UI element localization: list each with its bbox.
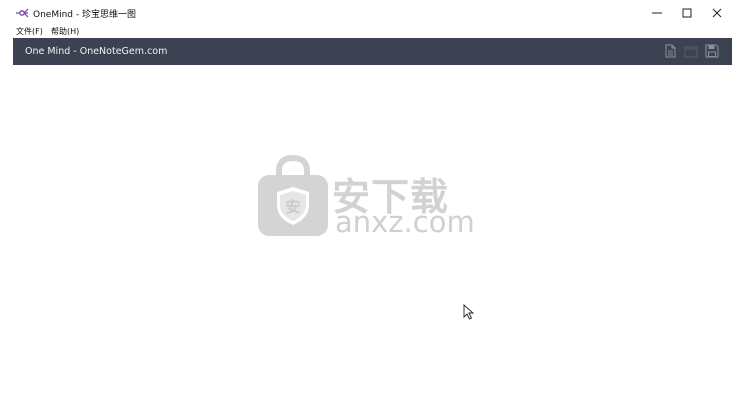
close-icon — [712, 8, 722, 18]
app-logo-icon — [16, 8, 29, 18]
menu-help[interactable]: 帮助(H) — [51, 25, 79, 38]
svg-text:安: 安 — [285, 198, 300, 216]
minimize-button[interactable] — [642, 2, 672, 24]
new-document-icon[interactable] — [663, 44, 677, 58]
open-folder-icon[interactable] — [684, 44, 698, 58]
watermark-domain: anxz.com — [335, 205, 475, 239]
app-window: OneMind - 珍宝思维一图 文件(F) 帮助(H) One Mind - … — [0, 0, 732, 395]
header-title: One Mind - OneNoteGem.com — [25, 46, 168, 57]
menu-bar: 文件(F) 帮助(H) — [0, 25, 732, 38]
maximize-icon — [682, 8, 692, 18]
close-button[interactable] — [702, 2, 732, 24]
save-icon[interactable] — [705, 44, 719, 58]
mouse-cursor-icon — [463, 304, 475, 320]
window-title: OneMind - 珍宝思维一图 — [33, 10, 136, 20]
minimize-icon — [652, 12, 662, 14]
title-bar[interactable]: OneMind - 珍宝思维一图 — [0, 0, 732, 26]
header-bar: One Mind - OneNoteGem.com — [13, 38, 732, 65]
menu-file[interactable]: 文件(F) — [16, 25, 43, 38]
maximize-button[interactable] — [672, 2, 702, 24]
watermark-bag-icon: 安 — [258, 155, 328, 236]
